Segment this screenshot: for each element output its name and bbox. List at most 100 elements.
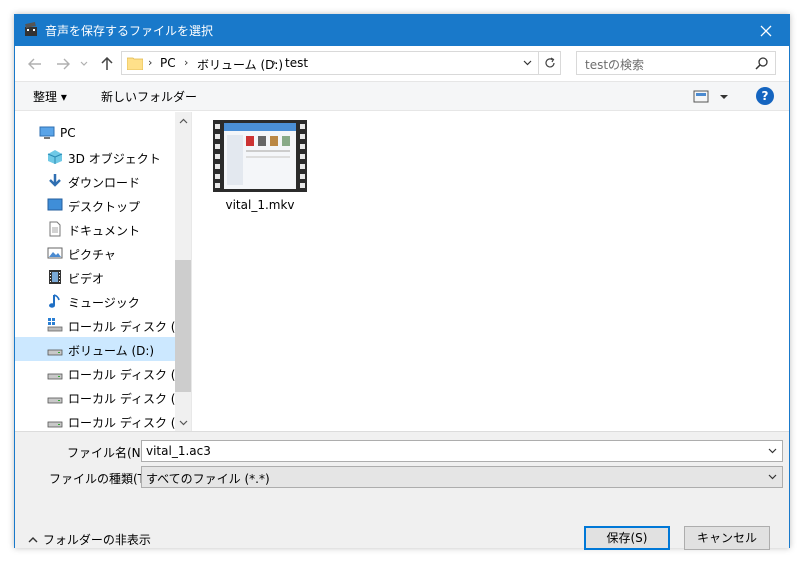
pc-icon: [39, 126, 55, 139]
chevron-down-icon: [80, 61, 88, 66]
music-icon: [49, 294, 60, 308]
forward-button[interactable]: [53, 54, 73, 74]
sidebar-item-label: ボリューム (D:): [68, 344, 155, 358]
close-button[interactable]: [743, 15, 789, 46]
filename-label: ファイル名(N):: [67, 446, 150, 460]
search-icon: [755, 57, 768, 70]
drive-icon: [47, 349, 63, 356]
breadcrumb-test[interactable]: test: [285, 56, 308, 70]
sidebar-item-label: ローカル ディスク (C:): [68, 320, 175, 334]
sidebar-item-label: デスクトップ: [68, 200, 141, 214]
sidebar-item-downloads[interactable]: ダウンロード: [15, 169, 175, 193]
sidebar-item-3d-objects[interactable]: 3D オブジェクト: [15, 145, 175, 169]
scrollbar-thumb[interactable]: [175, 260, 191, 392]
change-view-button[interactable]: [693, 88, 733, 106]
filetype-select[interactable]: すべてのファイル (*.*): [141, 466, 783, 488]
sidebar-item-desktop[interactable]: デスクトップ: [15, 193, 175, 217]
3d-objects-icon: [47, 150, 63, 164]
sidebar-item-drive-e[interactable]: ローカル ディスク (E:): [15, 361, 175, 385]
command-bar: 整理 ▾ 新しいフォルダー ?: [15, 81, 789, 111]
recent-locations-button[interactable]: [77, 54, 91, 74]
help-icon[interactable]: ?: [756, 87, 774, 105]
arrow-up-icon: [101, 57, 113, 70]
sidebar-item-label: PC: [60, 126, 76, 140]
back-button[interactable]: [25, 54, 45, 74]
refresh-icon: [544, 57, 555, 68]
navigation-pane: PC 3D オブジェクト ダウンロード デスクトップ ドキュメント ピクチャ ビ…: [15, 112, 175, 431]
drive-icon: [47, 373, 63, 380]
filename-history-button[interactable]: [764, 444, 780, 458]
video-icon: [49, 270, 61, 284]
view-options-icon: [693, 90, 728, 103]
address-history-button[interactable]: [518, 52, 536, 74]
folder-icon: [127, 57, 143, 70]
breadcrumb-pc[interactable]: PC: [160, 56, 176, 70]
path-separator-icon: ›: [184, 56, 189, 69]
breadcrumb-volume-d[interactable]: ボリューム (D:): [197, 56, 283, 73]
navigation-pane-scrollbar[interactable]: [175, 112, 191, 431]
video-thumbnail-icon: [213, 120, 307, 192]
chevron-down-icon: [179, 420, 187, 425]
sidebar-item-drive-f[interactable]: ローカル ディスク (F:): [15, 385, 175, 409]
save-file-dialog: 音声を保存するファイルを選択 › PC › ボリューム (D:) › test …: [14, 14, 790, 550]
save-button[interactable]: 保存(S): [584, 526, 670, 550]
search-input[interactable]: testの検索: [585, 56, 644, 73]
sidebar-item-pc[interactable]: PC: [15, 121, 175, 145]
address-bar[interactable]: › PC › ボリューム (D:) › test: [121, 51, 561, 75]
chevron-down-icon: [768, 474, 776, 480]
pictures-icon: [47, 247, 63, 259]
file-item-name: vital_1.mkv: [225, 198, 295, 212]
filename-input[interactable]: vital_1.ac3: [146, 444, 211, 458]
up-button[interactable]: [97, 54, 117, 74]
sidebar-item-drive-g[interactable]: ローカル ディスク (G:): [15, 409, 175, 431]
title-bar: 音声を保存するファイルを選択: [15, 15, 789, 46]
drive-icon: [47, 397, 63, 404]
sidebar-item-label: ローカル ディスク (G:): [68, 416, 175, 430]
hide-folders-toggle[interactable]: フォルダーの非表示: [27, 531, 151, 548]
arrow-right-icon: [57, 58, 70, 70]
sidebar-item-music[interactable]: ミュージック: [15, 289, 175, 313]
sidebar-item-label: ローカル ディスク (E:): [68, 368, 175, 382]
refresh-button[interactable]: [538, 52, 560, 74]
file-list: vital_1.mkv: [192, 112, 789, 431]
sidebar-item-videos[interactable]: ビデオ: [15, 265, 175, 289]
file-item[interactable]: vital_1.mkv: [210, 120, 310, 220]
drive-icon: [47, 421, 63, 428]
filetype-dropdown-button[interactable]: [764, 470, 780, 484]
app-icon: [25, 22, 37, 36]
search-box[interactable]: testの検索: [576, 51, 776, 75]
sidebar-item-label: ダウンロード: [68, 176, 141, 190]
sidebar-item-label: ミュージック: [68, 296, 140, 310]
chevron-up-icon: [28, 537, 38, 543]
chevron-up-icon: [179, 118, 187, 123]
filename-field[interactable]: vital_1.ac3: [141, 440, 783, 462]
cancel-button[interactable]: キャンセル: [684, 526, 770, 550]
desktop-icon: [47, 198, 63, 211]
window-title: 音声を保存するファイルを選択: [45, 24, 214, 38]
sidebar-item-drive-c[interactable]: ローカル ディスク (C:): [15, 313, 175, 337]
chevron-down-icon: [768, 448, 776, 454]
arrow-left-icon: [28, 58, 41, 70]
download-icon: [49, 174, 61, 187]
sidebar-item-volume-d[interactable]: ボリューム (D:): [15, 337, 175, 361]
sidebar-item-documents[interactable]: ドキュメント: [15, 217, 175, 241]
system-drive-icon: [47, 318, 63, 332]
sidebar-item-label: ローカル ディスク (F:): [68, 392, 175, 406]
filetype-label: ファイルの種類(T):: [49, 472, 154, 486]
path-separator-icon: ›: [272, 56, 277, 69]
navigation-bar: › PC › ボリューム (D:) › test testの検索: [15, 46, 789, 81]
new-folder-button[interactable]: 新しいフォルダー: [101, 88, 197, 105]
scroll-up-button[interactable]: [175, 112, 191, 129]
sidebar-item-label: 3D オブジェクト: [68, 152, 161, 166]
sidebar-item-pictures[interactable]: ピクチャ: [15, 241, 175, 265]
organize-menu-button[interactable]: 整理 ▾: [33, 88, 67, 105]
hide-folders-label: フォルダーの非表示: [42, 533, 151, 547]
sidebar-item-label: ドキュメント: [68, 224, 141, 238]
path-separator-icon: ›: [148, 56, 153, 69]
filetype-selected-value: すべてのファイル (*.*): [146, 472, 270, 486]
close-icon: [760, 25, 772, 36]
chevron-down-icon: [523, 60, 531, 66]
document-icon: [49, 221, 61, 237]
sidebar-item-label: ピクチャ: [68, 248, 116, 262]
scroll-down-button[interactable]: [175, 414, 191, 431]
